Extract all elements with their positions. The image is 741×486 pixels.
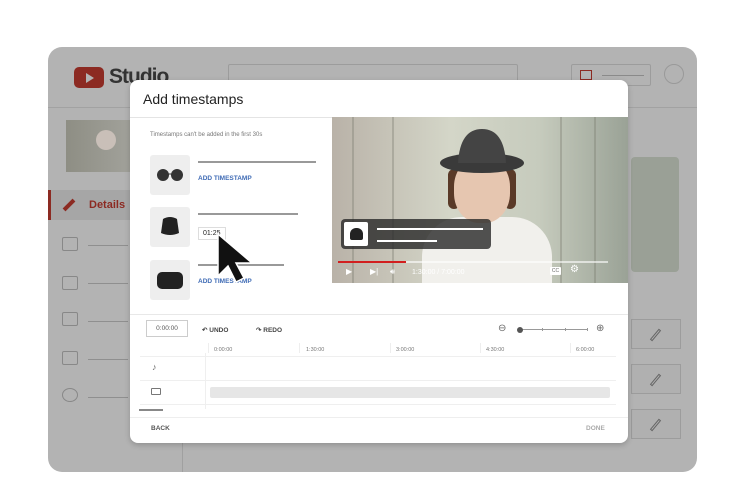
- bucket-hat-icon: [161, 217, 179, 235]
- play-icon[interactable]: ▶: [346, 267, 352, 276]
- undo-button[interactable]: ↶ UNDO: [202, 326, 228, 334]
- progress-bar[interactable]: [338, 261, 608, 263]
- edit-button[interactable]: [631, 409, 681, 439]
- product-sunglasses: [150, 155, 190, 195]
- product-belt-bag: [150, 260, 190, 300]
- back-button[interactable]: BACK: [151, 425, 170, 432]
- bucket-hat-icon: [350, 228, 363, 240]
- timestamp-note: Timestamps can't be added in the first 3…: [150, 132, 263, 138]
- product-card-overlay: [341, 219, 491, 249]
- youtube-logo-icon: [74, 66, 104, 88]
- video-track-icon: [151, 388, 161, 395]
- video-player[interactable]: ▶ ▶| 🔊︎ 1:30:00 / 7:00:00 CC ⚙: [332, 117, 628, 283]
- editor-icon[interactable]: [62, 276, 78, 290]
- belt-bag-icon: [157, 272, 183, 289]
- next-icon[interactable]: ▶|: [370, 267, 378, 276]
- time-input[interactable]: 0:00:00: [146, 320, 188, 337]
- pencil-icon: [62, 198, 76, 212]
- ruler-label: 1:30:00: [306, 347, 325, 353]
- ruler-label: 6:00:00: [576, 347, 595, 353]
- ruler-label: 0:00:00: [214, 347, 233, 353]
- product-bucket-hat: [150, 207, 190, 247]
- subtitles-icon[interactable]: [62, 351, 78, 365]
- copyright-icon[interactable]: [62, 388, 78, 402]
- product-title-placeholder: [198, 213, 298, 215]
- zoom-in-icon[interactable]: ⊕: [596, 323, 604, 334]
- mouse-cursor-icon: [214, 232, 264, 289]
- edit-button[interactable]: [631, 364, 681, 394]
- add-timestamps-dialog: Add timestamps Timestamps can't be added…: [130, 80, 628, 443]
- settings-gear-icon[interactable]: ⚙: [570, 264, 579, 275]
- analytics-icon[interactable]: [62, 237, 78, 251]
- captions-button[interactable]: CC: [550, 267, 561, 275]
- volume-icon[interactable]: 🔊︎: [390, 267, 395, 277]
- zoom-slider[interactable]: [517, 326, 588, 333]
- sunglasses-icon: [157, 169, 183, 181]
- edit-button[interactable]: [631, 319, 681, 349]
- ruler-label: 3:00:00: [396, 347, 415, 353]
- pencil-icon: [649, 418, 662, 432]
- redo-button[interactable]: ↷ REDO: [256, 326, 282, 334]
- create-icon: [580, 70, 592, 80]
- product-title-placeholder: [198, 161, 316, 163]
- timeline-scrollbar[interactable]: [139, 409, 163, 411]
- done-button[interactable]: DONE: [586, 425, 605, 432]
- add-timestamp-button[interactable]: ADD TIMESTAMP: [198, 175, 252, 182]
- time-display: 1:30:00 / 7:00:00: [412, 269, 465, 276]
- comments-icon[interactable]: [62, 312, 78, 326]
- avatar[interactable]: [664, 64, 684, 84]
- pencil-icon: [649, 328, 662, 342]
- video-preview: [631, 157, 679, 272]
- zoom-out-icon[interactable]: ⊖: [498, 323, 506, 334]
- video-track[interactable]: [210, 387, 610, 398]
- dialog-title: Add timestamps: [143, 91, 244, 107]
- pencil-icon: [649, 373, 662, 387]
- audio-track-icon: ♪: [152, 362, 157, 372]
- ruler-label: 4:30:00: [486, 347, 505, 353]
